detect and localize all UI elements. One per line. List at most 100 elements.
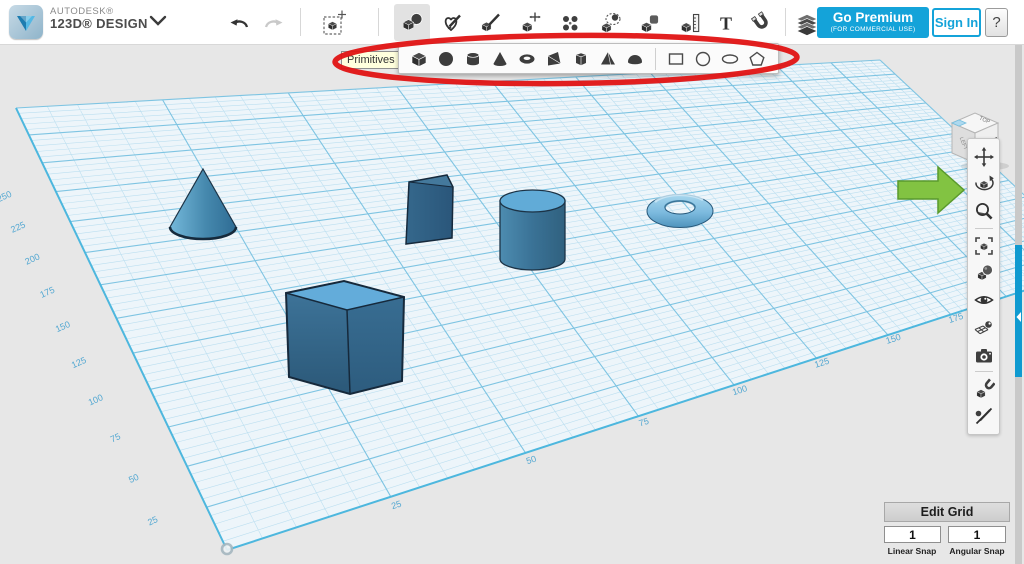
pattern-tool-button[interactable] — [552, 4, 588, 41]
snap-tool-button[interactable] — [743, 4, 779, 41]
grid-x-label: 50 — [525, 454, 538, 467]
screenshot-button[interactable] — [971, 342, 997, 367]
grouping-tool-button[interactable] — [592, 4, 628, 41]
hemisphere-icon — [628, 54, 642, 64]
pattern-icon — [563, 15, 578, 30]
grid-y-label: 25 — [146, 514, 159, 527]
torus-primitive-button[interactable] — [516, 48, 538, 70]
cylinder-icon — [466, 51, 480, 65]
combine-icon — [641, 14, 659, 32]
cube-object[interactable] — [284, 279, 406, 396]
linear-snap-label: Linear Snap — [887, 546, 937, 556]
sketch-tool-button[interactable] — [434, 4, 470, 41]
sphere-icon — [439, 51, 453, 66]
angular-snap-input[interactable] — [948, 526, 1006, 543]
go-premium-button[interactable]: Go Premium (FOR COMMERCIAL USE) — [817, 7, 929, 38]
wedge-icon — [547, 51, 561, 65]
primitives-divider — [655, 47, 656, 70]
edit-grid-button[interactable]: Edit Grid — [884, 502, 1010, 522]
grid-y-label: 225 — [9, 219, 27, 234]
zoom-fit-button[interactable] — [971, 233, 997, 258]
redo-button[interactable] — [256, 4, 292, 41]
snap-disabled-button[interactable] — [971, 404, 997, 429]
zoom-fit-icon — [974, 236, 993, 255]
chevron-down-icon[interactable] — [148, 14, 168, 28]
cylinder-object[interactable] — [499, 189, 566, 271]
pan-button[interactable] — [971, 144, 997, 169]
combine-tool-button[interactable] — [632, 4, 668, 41]
app-logo[interactable] — [9, 5, 43, 39]
toolbar-divider — [974, 227, 993, 229]
measure-tool-button[interactable] — [672, 4, 708, 41]
grid-y-label: 150 — [54, 319, 72, 334]
material-view-button[interactable] — [971, 260, 997, 285]
orbit-icon — [974, 175, 994, 191]
prism-icon — [575, 52, 587, 65]
snap-object-button[interactable] — [971, 376, 997, 401]
edit-grid-panel: Edit Grid Linear Snap Angular Snap — [878, 497, 1018, 559]
show-hide-button[interactable] — [971, 288, 997, 313]
grid-x-label: 25 — [390, 499, 403, 512]
grid-x-label: 125 — [813, 356, 830, 370]
grid-y-label: 250 — [0, 189, 13, 204]
cone-primitive-button[interactable] — [489, 48, 511, 70]
grid-origin-marker[interactable] — [220, 542, 234, 556]
top-toolbar: AUTODESK® 123D® DESIGN T Go Premium (FOR… — [0, 0, 1024, 45]
3d-viewport[interactable]: 25 50 75 100 125 150 175 25 50 75 100 125 150 175 200 2… — [0, 45, 1024, 564]
cylinder-primitive-button[interactable] — [462, 48, 484, 70]
toolbar-divider — [300, 8, 301, 36]
snap-magnet-icon — [976, 378, 995, 399]
cone-object[interactable] — [168, 167, 238, 241]
polygon-sketch-button[interactable] — [746, 48, 768, 70]
grid-y-label: 125 — [70, 355, 88, 370]
circle-sketch-button[interactable] — [692, 48, 714, 70]
linear-snap-input[interactable] — [884, 526, 941, 543]
construct-tool-button[interactable] — [472, 4, 508, 41]
pyramid-primitive-button[interactable] — [597, 48, 619, 70]
wedge-primitive-button[interactable] — [543, 48, 565, 70]
box-primitive-button[interactable] — [408, 48, 430, 70]
text-tool-button[interactable]: T — [708, 4, 744, 41]
primitives-tooltip: Primitives — [341, 51, 401, 69]
primitives-icon — [403, 12, 423, 30]
transform-move-icon — [323, 10, 346, 35]
sphere-primitive-button[interactable] — [435, 48, 457, 70]
scene-objects — [168, 167, 714, 396]
ellipse-icon — [721, 53, 739, 64]
toolbar-divider — [785, 8, 786, 36]
grid-x-label: 175 — [947, 311, 964, 325]
grouping-icon — [601, 12, 621, 33]
grid-y-label: 50 — [127, 472, 140, 485]
toolbar-divider — [974, 371, 993, 373]
help-button[interactable]: ? — [985, 8, 1008, 37]
grid-plane[interactable]: 25 50 75 100 125 150 175 25 50 75 100 125 150 175 200 2… — [0, 45, 1024, 564]
grid-y-label: 100 — [87, 392, 105, 407]
torus-object[interactable] — [646, 193, 714, 228]
undo-button[interactable] — [221, 4, 257, 41]
grid-visibility-button[interactable] — [971, 315, 997, 340]
torus-icon — [519, 53, 535, 64]
zoom-button[interactable] — [971, 199, 997, 224]
text-icon: T — [720, 13, 732, 33]
svg-text:T: T — [720, 13, 732, 33]
orbit-button[interactable] — [971, 171, 997, 196]
prism-primitive-button[interactable] — [570, 48, 592, 70]
primitives-tool-button[interactable] — [394, 4, 430, 41]
transform-button[interactable] — [316, 4, 352, 41]
brand-product: 123D® DESIGN — [50, 16, 148, 32]
ellipse-sketch-button[interactable] — [719, 48, 741, 70]
magnet-icon — [750, 10, 768, 29]
eye-icon — [973, 296, 994, 305]
grid-y-label: 200 — [23, 251, 41, 266]
modify-tool-button[interactable] — [512, 4, 548, 41]
cone-icon — [493, 51, 507, 66]
sign-in-button[interactable]: Sign In — [932, 8, 981, 37]
go-premium-sublabel: (FOR COMMERCIAL USE) — [830, 26, 916, 33]
hemisphere-primitive-button[interactable] — [624, 48, 646, 70]
angular-snap-label: Angular Snap — [949, 546, 1005, 556]
grid-y-label: 75 — [109, 431, 122, 444]
triangular-prism-object[interactable] — [405, 174, 454, 245]
circle-icon — [695, 51, 711, 66]
rectangle-icon — [668, 52, 684, 65]
rectangle-sketch-button[interactable] — [665, 48, 687, 70]
